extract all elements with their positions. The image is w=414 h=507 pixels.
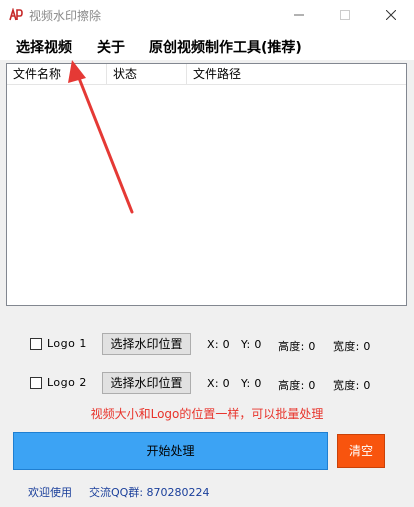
annotation-arrow [68,60,134,214]
